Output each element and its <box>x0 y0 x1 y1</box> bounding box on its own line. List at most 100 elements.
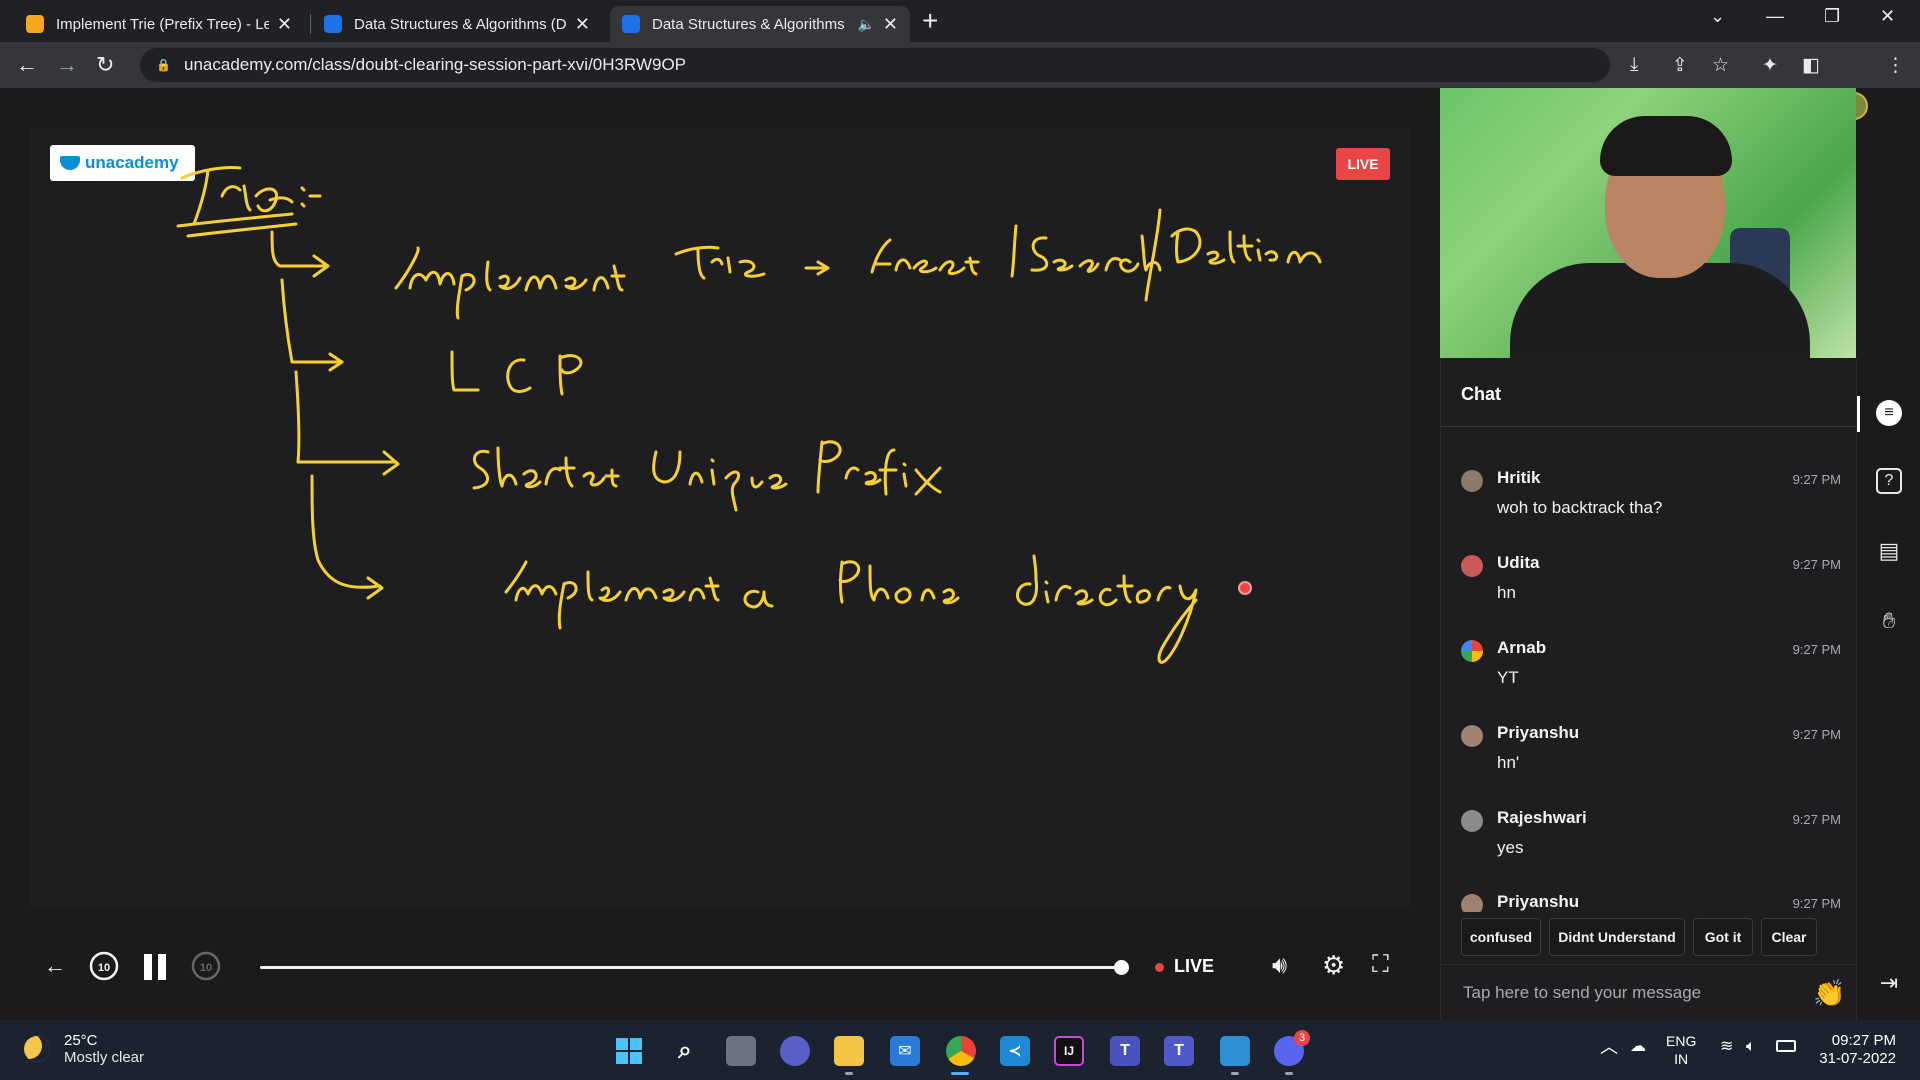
minimize-button[interactable]: — <box>1766 6 1784 27</box>
file-explorer-icon[interactable] <box>834 1036 864 1066</box>
wifi-icon[interactable]: ≋ <box>1720 1038 1733 1056</box>
app-running-indicator <box>845 1072 853 1075</box>
browser-menu-icon[interactable]: ⋮ <box>1886 54 1905 77</box>
chat-text: yes <box>1497 838 1524 857</box>
chat-message-input[interactable]: Tap here to send your message <box>1441 964 1857 1020</box>
bookmark-star-icon[interactable]: ☆ <box>1712 54 1729 77</box>
forward-10-button[interactable]: 10 <box>190 950 222 982</box>
chat-message: Udita 9:27 PM hn <box>1461 553 1841 613</box>
exit-icon[interactable]: ⇥ <box>1876 970 1902 996</box>
chat-icon[interactable]: ≡ <box>1876 400 1902 426</box>
chat-text: woh to backtrack tha? <box>1497 498 1663 517</box>
weather-widget[interactable]: 25°C Mostly clear <box>24 1032 144 1066</box>
ink-branch-4 <box>310 474 384 600</box>
chrome-icon[interactable] <box>946 1036 976 1066</box>
vscode-icon[interactable]: ≺ <box>1000 1036 1030 1066</box>
chat-username: Priyanshu <box>1497 892 1580 911</box>
reaction-didnt-understand-button[interactable]: Didnt Understand <box>1549 918 1685 956</box>
chat-timestamp: 9:27 PM <box>1792 557 1841 572</box>
settings-gear-icon[interactable]: ⚙ <box>1322 950 1345 981</box>
extensions-puzzle-icon[interactable]: ✦ <box>1762 54 1778 77</box>
system-clock[interactable]: 09:27 PM 31-07-2022 <box>1810 1032 1896 1068</box>
ink-line-4c <box>838 560 960 605</box>
chat-header: Chat <box>1461 384 1501 404</box>
chat-username: Priyanshu <box>1497 723 1580 742</box>
chat-timestamp: 9:27 PM <box>1792 472 1841 487</box>
ink-line-3b <box>652 450 788 512</box>
share-icon[interactable]: ⇪ <box>1672 54 1688 77</box>
teams-icon[interactable]: T <box>1110 1036 1140 1066</box>
live-dot-icon <box>1155 963 1164 972</box>
chat-username: Arnab <box>1497 638 1547 657</box>
volume-icon[interactable]: 🔊︎ <box>1272 952 1287 980</box>
seek-bar[interactable] <box>260 960 1129 975</box>
intellij-icon[interactable]: IJ <box>1054 1036 1084 1066</box>
ink-branch-3 <box>294 370 400 476</box>
teams-chat-icon[interactable] <box>780 1036 810 1066</box>
clap-emoji-icon[interactable]: 👏 <box>1813 978 1845 1009</box>
reaction-got-it-button[interactable]: Got it <box>1693 918 1753 956</box>
rewind-10-button[interactable]: 10 <box>88 950 120 982</box>
close-window-button[interactable]: ✕ <box>1880 6 1895 27</box>
fullscreen-icon[interactable]: ⛶ <box>1372 951 1389 979</box>
ink-line-4d <box>1015 554 1198 664</box>
chat-timestamp: 9:27 PM <box>1792 727 1841 742</box>
restore-button[interactable]: ❐ <box>1824 6 1840 27</box>
ink-line-1c <box>870 238 980 276</box>
notes-icon[interactable]: ▤ <box>1876 538 1902 564</box>
mail-icon[interactable]: ✉ <box>890 1036 920 1066</box>
chat-message: Hritik 9:27 PM woh to backtrack tha? <box>1461 468 1841 528</box>
rewind-label: 10 <box>98 962 110 974</box>
avatar <box>1461 470 1483 492</box>
ink-line-1 <box>394 246 626 320</box>
pause-icon-bar <box>158 954 166 980</box>
instructor-hair <box>1600 116 1732 176</box>
ink-pipe-1 <box>1010 224 1018 278</box>
pause-button[interactable] <box>142 952 168 982</box>
avatar <box>1461 640 1483 662</box>
hand-raise-icon[interactable]: ✋︎ <box>1876 608 1902 634</box>
chat-message: Arnab 9:27 PM YT <box>1461 638 1841 698</box>
chat-text: hn <box>1497 583 1516 602</box>
windows-start-icon[interactable] <box>614 1036 644 1066</box>
ink-line-2 <box>450 350 583 396</box>
chat-username: Udita <box>1497 553 1540 572</box>
install-app-icon[interactable]: ⤓ <box>1630 54 1638 76</box>
forward-label: 10 <box>200 962 212 974</box>
back-arrow-icon[interactable]: ← <box>44 953 66 979</box>
handwriting-ink <box>176 166 1322 664</box>
quick-reactions: confused Didnt Understand Got it Clear <box>1461 918 1841 956</box>
region: IN <box>1674 1051 1689 1067</box>
pause-icon <box>144 954 152 980</box>
notification-badge: 3 <box>1294 1030 1310 1046</box>
avatar <box>1461 810 1483 832</box>
ink-arrow <box>804 260 830 276</box>
reaction-clear-button[interactable]: Clear <box>1761 918 1817 956</box>
battery-icon[interactable] <box>1776 1040 1796 1052</box>
tray-app-icon[interactable]: ☁ <box>1630 1038 1646 1056</box>
chat-divider <box>1441 426 1857 427</box>
seek-knob[interactable] <box>1114 960 1129 975</box>
photos-icon[interactable] <box>1220 1036 1250 1066</box>
ink-branch-2 <box>280 278 344 372</box>
reaction-confused-button[interactable]: confused <box>1461 918 1541 956</box>
teams-work-icon[interactable]: T <box>1164 1036 1194 1066</box>
search-icon[interactable]: ⌕ <box>670 1036 700 1066</box>
weather-condition: Mostly clear <box>64 1049 145 1066</box>
tray-chevron-up-icon[interactable]: ︿ <box>1600 1038 1618 1056</box>
avatar <box>1461 555 1483 577</box>
speaker-icon[interactable]: 🔈︎ <box>1746 1038 1756 1056</box>
task-view-icon[interactable] <box>726 1036 756 1066</box>
chat-panel: Chat Hritik 9:27 PM woh to backtrack tha… <box>1440 358 1857 1020</box>
doubt-question-icon[interactable]: ? <box>1876 468 1902 494</box>
side-panel-icon[interactable]: ◧ <box>1802 54 1820 77</box>
chat-timestamp: 9:27 PM <box>1792 812 1841 827</box>
app-running-indicator <box>1231 1072 1239 1075</box>
ink-pipe-2 <box>1144 208 1162 302</box>
tab-search-icon[interactable]: ⌄ <box>1710 6 1725 27</box>
live-label[interactable]: LIVE <box>1174 956 1214 977</box>
avatar <box>1461 894 1483 912</box>
chat-message: Priyanshu 9:27 PM hn' <box>1461 723 1841 783</box>
language-indicator[interactable]: ENG IN <box>1666 1032 1696 1068</box>
chat-username: Hritik <box>1497 468 1541 487</box>
